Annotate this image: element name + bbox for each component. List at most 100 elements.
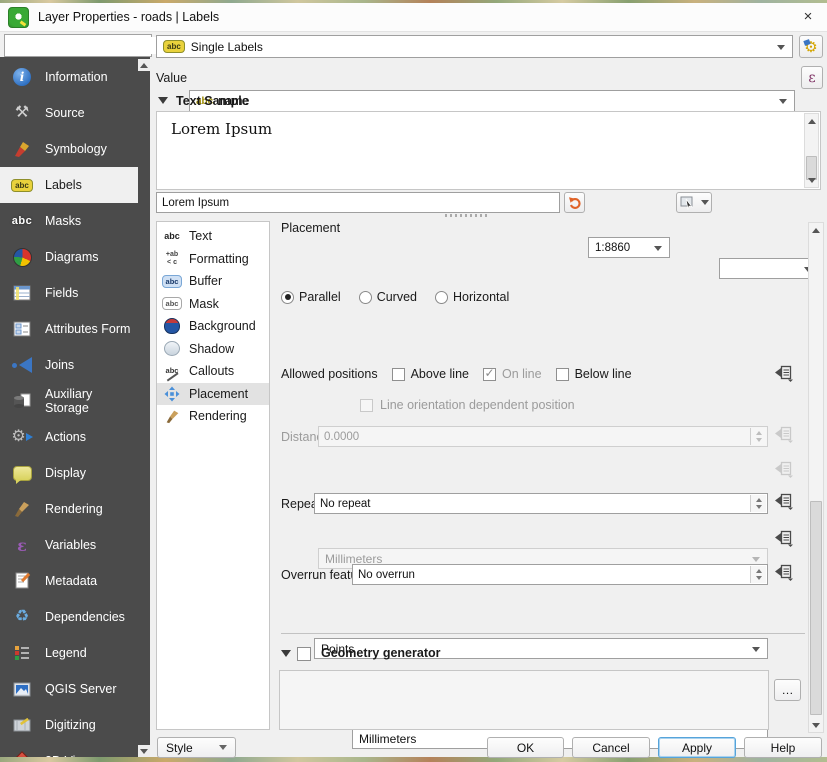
sidebar-item-display[interactable]: Display xyxy=(0,455,138,491)
sidebar-item-digitizing[interactable]: Digitizing xyxy=(0,707,138,743)
scroll-down-icon[interactable] xyxy=(805,173,818,187)
checkbox-on-line[interactable]: ✓ On line xyxy=(483,367,542,381)
tab-mask[interactable]: abc Mask xyxy=(157,293,269,316)
sidebar-item-3d-view[interactable]: 3D View xyxy=(0,743,138,757)
sidebar-item-auxiliary-storage[interactable]: Auxiliary Storage xyxy=(0,383,138,419)
close-button[interactable]: × xyxy=(797,5,819,27)
sidebar-item-joins[interactable]: Joins xyxy=(0,347,138,383)
sample-text-input[interactable]: Lorem Ipsum xyxy=(156,192,560,213)
tab-formatting[interactable]: +ab< c Formatting xyxy=(157,248,269,271)
sidebar-item-dependencies[interactable]: ♻ Dependencies xyxy=(0,599,138,635)
line-orientation-checkbox: Line orientation dependent position xyxy=(360,398,575,412)
qgis-server-icon xyxy=(7,682,37,697)
tab-placement[interactable]: Placement xyxy=(157,383,269,406)
tab-background[interactable]: Background xyxy=(157,315,269,338)
sample-scale-combo[interactable]: 1:8860 xyxy=(588,237,670,258)
sidebar-item-diagrams[interactable]: Diagrams xyxy=(0,239,138,275)
map-scale-picker-dropdown[interactable] xyxy=(698,192,712,213)
tab-buffer[interactable]: abc Buffer xyxy=(157,270,269,293)
repeat-override-button[interactable] xyxy=(774,492,794,510)
sidebar-item-variables[interactable]: ε Variables xyxy=(0,527,138,563)
fields-icon xyxy=(7,285,37,301)
sidebar-item-legend[interactable]: Legend xyxy=(0,635,138,671)
checkbox-unchecked-icon xyxy=(392,368,405,381)
sidebar-item-information[interactable]: i Information xyxy=(0,59,138,95)
text-sample-preview[interactable]: Lorem Ipsum xyxy=(156,111,821,190)
labels-icon: abc xyxy=(7,179,37,192)
sidebar-item-symbology[interactable]: Symbology xyxy=(0,131,138,167)
spinner-arrows-icon[interactable] xyxy=(750,495,766,512)
automated-placement-settings-button[interactable]: ⚙ xyxy=(799,35,823,58)
masks-icon: abc xyxy=(7,214,37,228)
sidebar-item-attributes-form[interactable]: Attributes Form xyxy=(0,311,138,347)
placement-scrollbar[interactable] xyxy=(808,222,824,733)
text-tab-icon: abc xyxy=(160,231,184,241)
display-icon xyxy=(7,466,37,481)
value-label: Value xyxy=(156,71,187,85)
preview-scrollbar[interactable] xyxy=(804,113,819,188)
checkbox-checked-icon: ✓ xyxy=(483,368,496,381)
ok-button[interactable]: OK xyxy=(487,737,564,758)
splitter-handle[interactable] xyxy=(445,214,490,217)
tab-text[interactable]: abc Text xyxy=(157,225,269,248)
buffer-tab-icon: abc xyxy=(160,275,184,288)
tab-callouts[interactable]: abc Callouts xyxy=(157,360,269,383)
style-menu-button[interactable]: Style xyxy=(157,737,236,758)
diagrams-icon xyxy=(7,248,37,267)
checkbox-above-line[interactable]: Above line xyxy=(392,367,469,381)
text-sample-collapse-icon[interactable] xyxy=(158,97,168,104)
scroll-down-icon[interactable] xyxy=(809,718,823,732)
expression-builder-button[interactable]: ε xyxy=(801,66,823,89)
sample-background-combo[interactable] xyxy=(719,258,820,279)
sidebar-scroll-up[interactable] xyxy=(138,59,150,71)
sidebar-item-fields[interactable]: Fields xyxy=(0,275,138,311)
scroll-up-icon[interactable] xyxy=(809,223,823,237)
tab-shadow[interactable]: Shadow xyxy=(157,338,269,361)
cancel-button[interactable]: Cancel xyxy=(572,737,650,758)
overrun-override-button[interactable] xyxy=(774,563,794,581)
spinner-arrows-icon xyxy=(750,428,766,445)
qgis-logo-icon xyxy=(8,7,29,28)
apply-button[interactable]: Apply xyxy=(658,737,736,758)
allowed-positions-override-button[interactable] xyxy=(774,364,794,382)
sidebar-item-metadata[interactable]: Metadata xyxy=(0,563,138,599)
checkbox-unchecked-icon xyxy=(556,368,569,381)
chevron-down-icon xyxy=(779,99,787,104)
placement-scrollbar-thumb[interactable] xyxy=(810,501,822,715)
repeat-spinbox[interactable]: No repeat xyxy=(314,493,768,514)
radio-horizontal[interactable]: Horizontal xyxy=(435,290,509,304)
geometry-generator-collapse-icon[interactable] xyxy=(281,650,291,657)
radio-parallel[interactable]: Parallel xyxy=(281,290,341,304)
sidebar-item-labels[interactable]: abc Labels xyxy=(0,167,138,203)
sidebar-scroll-down[interactable] xyxy=(138,745,150,757)
sidebar-item-source[interactable]: ⚒ Source xyxy=(0,95,138,131)
sidebar-item-actions[interactable]: ⚙ Actions xyxy=(0,419,138,455)
distance-override-button xyxy=(774,425,794,443)
sidebar-item-qgis-server[interactable]: QGIS Server xyxy=(0,671,138,707)
overrun-spinbox[interactable]: No overrun xyxy=(352,564,768,585)
map-scale-picker-button[interactable] xyxy=(676,192,699,213)
distance-unit-override-button xyxy=(774,460,794,478)
scroll-up-icon[interactable] xyxy=(805,114,818,128)
source-icon: ⚒ xyxy=(7,105,37,121)
mask-tab-icon: abc xyxy=(160,297,184,310)
search-input[interactable] xyxy=(11,37,169,54)
help-button[interactable]: Help xyxy=(744,737,822,758)
tab-rendering[interactable]: Rendering xyxy=(157,405,269,428)
allowed-positions-label: Allowed positions xyxy=(281,367,378,381)
data-defined-override-icon xyxy=(774,364,794,382)
spinner-arrows-icon[interactable] xyxy=(750,566,766,583)
radio-curved[interactable]: Curved xyxy=(359,290,417,304)
checkbox-below-line[interactable]: Below line xyxy=(556,367,632,381)
search-box[interactable] xyxy=(4,34,152,57)
label-mode-combo[interactable]: abc Single Labels xyxy=(156,35,793,58)
value-field-combo[interactable]: abc name xyxy=(189,90,795,112)
sidebar-item-masks[interactable]: abc Masks xyxy=(0,203,138,239)
metadata-icon xyxy=(7,572,37,590)
geometry-generator-expression-button[interactable]: … xyxy=(774,679,801,701)
repeat-unit-override-button[interactable] xyxy=(774,529,794,547)
geometry-generator-checkbox[interactable] xyxy=(297,647,311,661)
sidebar-item-rendering[interactable]: Rendering xyxy=(0,491,138,527)
reset-sample-button[interactable] xyxy=(564,192,585,213)
allowed-positions-row: Allowed positions Above line ✓ On line B… xyxy=(281,367,632,381)
